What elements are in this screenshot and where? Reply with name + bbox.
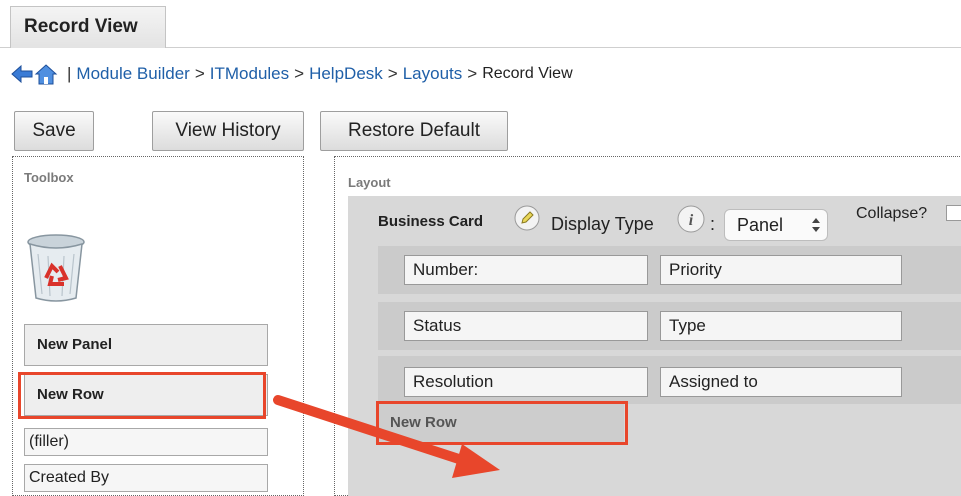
- drag-arrow-icon: [273, 395, 500, 478]
